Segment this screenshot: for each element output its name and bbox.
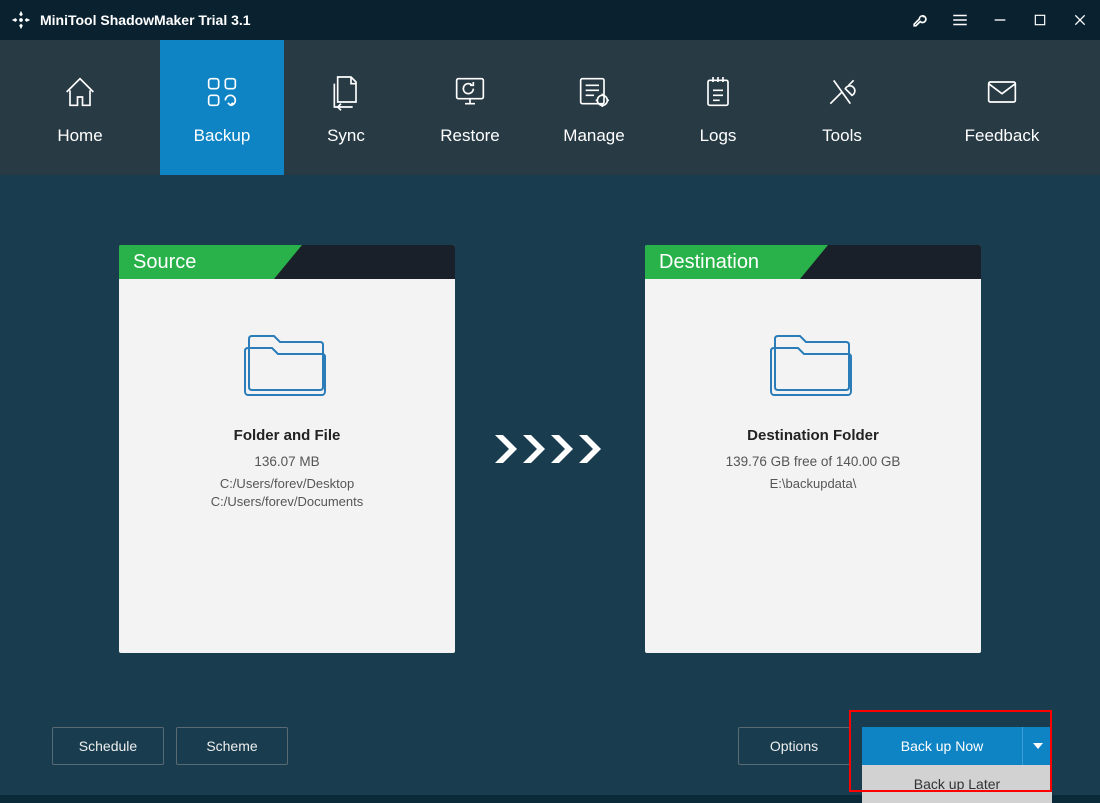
source-title: Folder and File <box>119 427 455 444</box>
nav-backup-label: Backup <box>194 126 251 146</box>
backup-later-item[interactable]: Back up Later <box>862 765 1052 803</box>
close-button[interactable] <box>1060 0 1100 40</box>
source-panel-header: Source <box>119 245 455 279</box>
nav-backup[interactable]: Backup <box>160 40 284 175</box>
nav-tools-label: Tools <box>822 126 862 146</box>
home-icon <box>58 70 102 114</box>
scheme-button[interactable]: Scheme <box>176 727 288 765</box>
nav-feedback-label: Feedback <box>965 126 1040 146</box>
destination-panel-header: Destination <box>645 245 981 279</box>
nav-manage[interactable]: Manage <box>532 40 656 175</box>
destination-free: 139.76 GB free of 140.00 GB <box>645 454 981 469</box>
menu-icon-button[interactable] <box>940 0 980 40</box>
caret-down-icon <box>1033 743 1043 749</box>
source-paths: C:/Users/forev/Desktop C:/Users/forev/Do… <box>119 475 455 510</box>
options-label: Options <box>770 738 818 754</box>
backup-icon <box>200 70 244 114</box>
folder-icon <box>119 329 455 399</box>
schedule-button[interactable]: Schedule <box>52 727 164 765</box>
restore-icon <box>448 70 492 114</box>
folder-icon <box>645 329 981 399</box>
content-area: Source Folder and File 136.07 MB C:/User… <box>0 175 1100 795</box>
nav-logs[interactable]: Logs <box>656 40 780 175</box>
title-bar: MiniTool ShadowMaker Trial 3.1 <box>0 0 1100 40</box>
nav-restore[interactable]: Restore <box>408 40 532 175</box>
nav-home[interactable]: Home <box>0 40 160 175</box>
source-path-1: C:/Users/forev/Desktop <box>119 475 455 493</box>
key-icon-button[interactable] <box>900 0 940 40</box>
backup-later-label: Back up Later <box>914 776 1000 792</box>
scheme-label: Scheme <box>206 738 257 754</box>
backup-split-button: Back up Now Back up Later <box>862 727 1052 765</box>
backup-now-label: Back up Now <box>901 738 983 754</box>
bottom-bar: Schedule Scheme Options Back up Now Back… <box>52 727 1052 765</box>
source-size: 136.07 MB <box>119 454 455 469</box>
app-title: MiniTool ShadowMaker Trial 3.1 <box>40 12 251 28</box>
destination-panel[interactable]: Destination Destination Folder 139.76 GB… <box>645 245 981 653</box>
nav-sync[interactable]: Sync <box>284 40 408 175</box>
destination-path: E:\backupdata\ <box>645 475 981 493</box>
app-logo-icon <box>10 9 32 31</box>
arrow-icon <box>495 429 605 469</box>
source-path-2: C:/Users/forev/Documents <box>119 493 455 511</box>
manage-icon <box>572 70 616 114</box>
nav-manage-label: Manage <box>563 126 624 146</box>
minimize-button[interactable] <box>980 0 1020 40</box>
logs-icon <box>696 70 740 114</box>
source-panel-header-label: Source <box>119 245 274 279</box>
schedule-label: Schedule <box>79 738 137 754</box>
destination-title: Destination Folder <box>645 427 981 444</box>
nav-home-label: Home <box>57 126 102 146</box>
source-panel[interactable]: Source Folder and File 136.07 MB C:/User… <box>119 245 455 653</box>
tools-icon <box>820 70 864 114</box>
main-nav: Home Backup Sync Restore Manage Logs T <box>0 40 1100 175</box>
nav-tools[interactable]: Tools <box>780 40 904 175</box>
nav-feedback[interactable]: Feedback <box>904 40 1100 175</box>
nav-sync-label: Sync <box>327 126 365 146</box>
maximize-button[interactable] <box>1020 0 1060 40</box>
nav-logs-label: Logs <box>700 126 737 146</box>
sync-icon <box>324 70 368 114</box>
nav-restore-label: Restore <box>440 126 500 146</box>
backup-dropdown-arrow[interactable] <box>1022 727 1052 765</box>
destination-panel-header-label: Destination <box>645 245 800 279</box>
feedback-icon <box>980 70 1024 114</box>
backup-now-button[interactable]: Back up Now <box>862 727 1022 765</box>
options-button[interactable]: Options <box>738 727 850 765</box>
